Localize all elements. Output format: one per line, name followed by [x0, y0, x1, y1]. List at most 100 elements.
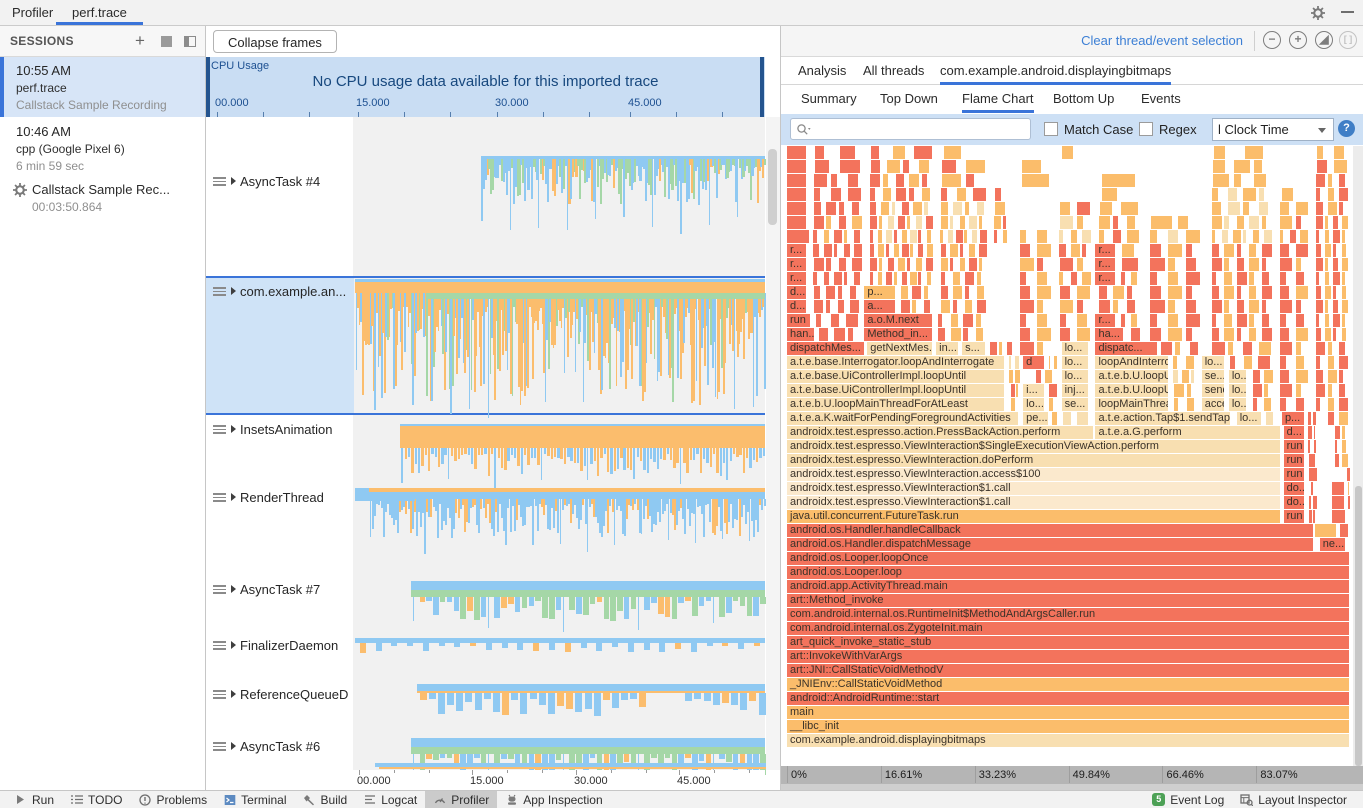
flame-frame[interactable] — [824, 244, 832, 257]
flame-frame[interactable]: androidx.test.espresso.ViewInteraction$1… — [787, 482, 1280, 495]
drag-handle-icon[interactable] — [213, 287, 226, 296]
flame-frame[interactable]: lo... — [1062, 342, 1089, 355]
flame-frame[interactable] — [1339, 398, 1348, 411]
thread-row-referencequeued[interactable]: ReferenceQueueD — [206, 673, 353, 726]
flame-frame[interactable] — [1249, 286, 1256, 299]
flame-frame[interactable] — [844, 244, 850, 257]
flame-frame[interactable] — [1212, 342, 1224, 355]
flame-frame[interactable] — [1186, 356, 1194, 369]
flame-frame[interactable] — [1342, 454, 1348, 467]
flame-frame[interactable] — [1335, 440, 1338, 453]
flame-frame[interactable]: a... — [864, 300, 895, 313]
flame-frame[interactable] — [1253, 370, 1259, 383]
flame-frame[interactable] — [1262, 244, 1272, 257]
flame-frame[interactable] — [1060, 300, 1073, 313]
flame-frame[interactable] — [1234, 174, 1241, 187]
flame-frame[interactable] — [1168, 244, 1182, 257]
flame-frame[interactable] — [1178, 216, 1187, 229]
flame-frame[interactable] — [1237, 300, 1244, 313]
flame-frame[interactable] — [1280, 272, 1285, 285]
flame-frame[interactable] — [1308, 412, 1311, 425]
flame-frame[interactable] — [813, 272, 817, 285]
flame-frame[interactable] — [1316, 356, 1320, 369]
flame-frame[interactable]: __libc_init — [787, 720, 1349, 733]
flame-frame[interactable] — [1082, 230, 1091, 243]
flame-frame[interactable] — [995, 202, 1005, 215]
flame-frame[interactable] — [1127, 216, 1135, 229]
flame-frame[interactable]: a.t.e.b.U.loopMainThreadForAtLeast — [787, 398, 1004, 411]
flame-frame[interactable] — [814, 174, 827, 187]
flame-frame[interactable] — [831, 314, 840, 327]
flame-frame[interactable] — [907, 216, 910, 229]
flame-frame[interactable] — [1280, 216, 1292, 229]
flame-frame[interactable] — [927, 244, 933, 257]
flame-frame[interactable]: r... — [787, 244, 806, 257]
flame-frame[interactable] — [826, 286, 835, 299]
flame-frame[interactable] — [953, 272, 960, 285]
search-input[interactable] — [790, 118, 1031, 140]
flame-frame[interactable]: ne... — [1320, 538, 1346, 551]
flame-frame[interactable] — [953, 286, 962, 299]
flame-frame[interactable] — [1296, 272, 1305, 285]
flame-frame[interactable] — [1113, 300, 1118, 313]
flame-frame[interactable]: android.os.Looper.loopOnce — [787, 552, 1349, 565]
flame-frame[interactable] — [886, 272, 892, 285]
flame-frame[interactable] — [1313, 412, 1317, 425]
flame-frame[interactable] — [1348, 496, 1350, 509]
flame-frame[interactable] — [1333, 272, 1340, 285]
flame-frame[interactable] — [1121, 314, 1124, 327]
flame-frame[interactable] — [1174, 398, 1179, 411]
flame-frame[interactable] — [826, 300, 830, 313]
flame-frame[interactable] — [1037, 300, 1043, 313]
flame-frame[interactable] — [1339, 412, 1348, 425]
flame-frame[interactable] — [1259, 202, 1268, 215]
flame-frame[interactable]: do... — [1284, 496, 1304, 509]
flame-frame[interactable] — [887, 160, 900, 173]
flame-frame[interactable] — [941, 258, 949, 271]
flame-frame[interactable] — [966, 160, 985, 173]
flame-frame[interactable] — [1316, 174, 1325, 187]
thread-activity-chart[interactable] — [353, 485, 765, 552]
flame-frame[interactable] — [1237, 314, 1247, 327]
flame-frame[interactable]: dispatc... — [1095, 342, 1156, 355]
reset-zoom-icon[interactable]: ◢ — [1315, 31, 1333, 49]
flame-frame[interactable] — [1328, 188, 1334, 201]
flame-frame[interactable] — [963, 314, 973, 327]
flame-frame[interactable] — [1212, 328, 1219, 341]
flame-frame[interactable] — [1325, 300, 1328, 313]
flame-frame[interactable] — [831, 174, 837, 187]
add-session-icon[interactable]: + — [135, 33, 145, 49]
flame-frame[interactable]: androidx.test.espresso.ViewInteraction$S… — [787, 440, 1280, 453]
flame-frame[interactable] — [942, 160, 956, 173]
flame-frame[interactable] — [1049, 384, 1056, 397]
flame-frame[interactable] — [787, 146, 806, 159]
flame-frame[interactable] — [960, 216, 965, 229]
flame-frame[interactable] — [1317, 160, 1327, 173]
flame-frame[interactable] — [1121, 202, 1138, 215]
flame-frame[interactable] — [1082, 244, 1086, 257]
flame-frame[interactable] — [879, 258, 882, 271]
flame-frame[interactable] — [979, 258, 982, 271]
flame-frame[interactable] — [924, 202, 928, 215]
flame-frame[interactable]: a.t.e.a.G.perform — [1095, 426, 1279, 439]
flame-frame[interactable]: android.os.Handler.handleCallback — [787, 524, 1313, 537]
flame-frame[interactable]: a.t.e.base.Interrogator.loopAndInterroga… — [787, 356, 1004, 369]
expand-arrow-icon[interactable] — [231, 742, 236, 750]
flame-frame[interactable] — [1121, 272, 1124, 285]
flame-frame[interactable] — [1082, 272, 1091, 285]
flame-frame[interactable] — [1316, 272, 1319, 285]
flame-frame[interactable] — [1212, 314, 1216, 327]
flame-frame[interactable] — [898, 258, 905, 271]
flame-frame[interactable] — [1280, 328, 1289, 341]
flame-frame[interactable] — [787, 188, 806, 201]
flame-frame[interactable] — [976, 314, 980, 327]
flame-frame[interactable] — [977, 272, 981, 285]
flame-frame[interactable] — [1280, 384, 1292, 397]
flame-frame[interactable] — [909, 188, 914, 201]
flame-frame[interactable] — [979, 216, 982, 229]
flame-frame[interactable] — [1342, 328, 1347, 341]
flame-frame[interactable] — [1212, 188, 1217, 201]
flame-frame[interactable] — [1316, 328, 1321, 341]
flame-frame[interactable] — [999, 342, 1002, 355]
flame-frame[interactable] — [1060, 314, 1066, 327]
